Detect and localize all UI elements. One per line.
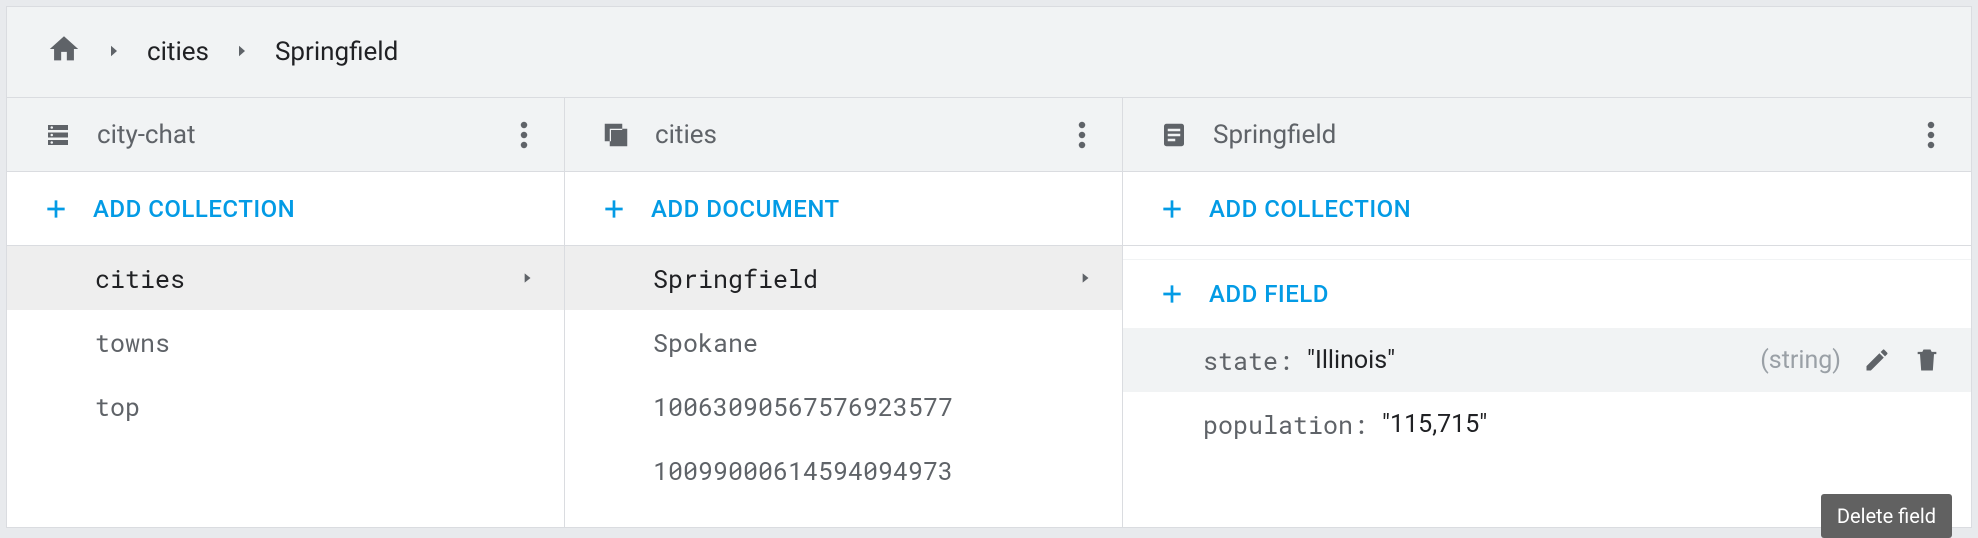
add-subcollection-button[interactable]: ADD COLLECTION — [1123, 172, 1971, 246]
field-row[interactable]: population: "115,715" — [1123, 392, 1971, 456]
project-menu-button[interactable] — [504, 112, 544, 158]
breadcrumb-item[interactable]: cities — [147, 37, 209, 67]
chevron-right-icon — [1078, 262, 1092, 295]
document-column: Springfield ADD COLLECTION ADD FIELD sta… — [1123, 98, 1971, 527]
document-icon — [1159, 120, 1189, 150]
document-body: ADD FIELD state: "Illinois" (string) pop… — [1123, 246, 1971, 527]
collection-title: cities — [655, 120, 1038, 150]
field-type: (string) — [1760, 346, 1841, 375]
field-value: "Illinois" — [1307, 346, 1395, 375]
add-field-label: ADD FIELD — [1209, 280, 1329, 308]
document-item[interactable]: Spokane — [565, 310, 1122, 374]
collection-header: cities — [565, 98, 1122, 172]
document-item[interactable]: Springfield — [565, 246, 1122, 310]
collection-item[interactable]: top — [7, 374, 564, 438]
document-title: Springfield — [1213, 120, 1887, 150]
document-header: Springfield — [1123, 98, 1971, 172]
collection-label: top — [95, 390, 534, 423]
add-document-label: ADD DOCUMENT — [651, 195, 840, 223]
collection-item[interactable]: towns — [7, 310, 564, 374]
collection-item[interactable]: cities — [7, 246, 564, 310]
collection-label: towns — [95, 326, 534, 359]
add-subcollection-label: ADD COLLECTION — [1209, 195, 1411, 223]
field-row[interactable]: state: "Illinois" (string) — [1123, 328, 1971, 392]
document-menu-button[interactable] — [1911, 112, 1951, 158]
breadcrumb-item[interactable]: Springfield — [275, 37, 398, 67]
document-item[interactable]: 10099000614594094973 — [565, 438, 1122, 502]
collection-column: cities ADD DOCUMENT Springfield Spokane — [565, 98, 1123, 527]
chevron-right-icon — [520, 262, 534, 295]
home-icon[interactable] — [47, 32, 81, 73]
collection-list: cities towns top — [7, 246, 564, 527]
database-icon — [43, 120, 73, 150]
add-document-button[interactable]: ADD DOCUMENT — [565, 172, 1122, 246]
document-item[interactable]: 10063090567576923577 — [565, 374, 1122, 438]
breadcrumb: cities Springfield — [7, 7, 1971, 97]
collection-menu-button[interactable] — [1062, 112, 1102, 158]
document-label: 10063090567576923577 — [653, 390, 1092, 423]
field-value: "115,715" — [1382, 410, 1487, 439]
add-collection-label: ADD COLLECTION — [93, 195, 295, 223]
field-key: population — [1203, 408, 1353, 441]
add-field-button[interactable]: ADD FIELD — [1123, 260, 1971, 328]
field-key: state — [1203, 344, 1278, 377]
delete-field-button[interactable] — [1913, 346, 1941, 374]
chevron-right-icon — [105, 37, 123, 67]
project-title: city-chat — [97, 120, 480, 150]
chevron-right-icon — [233, 37, 251, 67]
project-column: city-chat ADD COLLECTION cities towns to — [7, 98, 565, 527]
project-header: city-chat — [7, 98, 564, 172]
document-label: Spokane — [653, 326, 1092, 359]
edit-field-button[interactable] — [1863, 346, 1891, 374]
document-list: Springfield Spokane 10063090567576923577… — [565, 246, 1122, 527]
collection-icon — [601, 120, 631, 150]
collection-label: cities — [95, 262, 520, 295]
document-label: Springfield — [653, 262, 1078, 295]
delete-field-tooltip: Delete field — [1821, 494, 1952, 538]
document-label: 10099000614594094973 — [653, 454, 1092, 487]
add-collection-button[interactable]: ADD COLLECTION — [7, 172, 564, 246]
